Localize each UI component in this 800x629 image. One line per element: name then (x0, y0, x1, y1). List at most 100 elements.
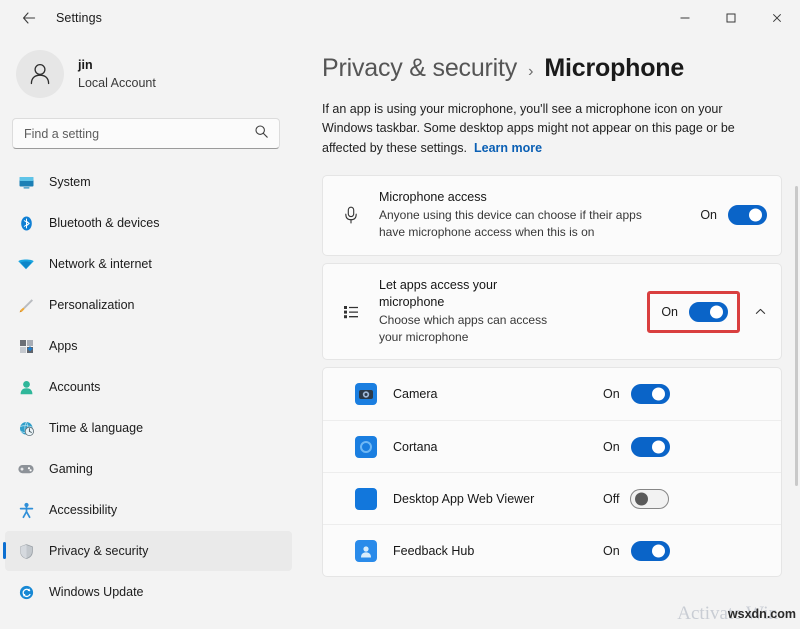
person-avatar-icon (25, 59, 55, 89)
back-button[interactable] (12, 3, 46, 33)
app-toggle[interactable] (631, 384, 670, 404)
person-icon (16, 377, 36, 397)
sidebar: jin Local Account (0, 36, 300, 629)
account-type: Local Account (78, 75, 156, 91)
toggle-knob (635, 492, 648, 505)
toggle-state-label: On (603, 544, 620, 558)
setting-title: Let apps access your microphone (379, 277, 549, 311)
sidebar-item-label: Privacy & security (49, 544, 148, 558)
search-input[interactable] (13, 127, 243, 141)
sidebar-item-time-language[interactable]: Time & language (5, 408, 292, 448)
breadcrumb: Privacy & security › Microphone (300, 36, 800, 83)
clock-globe-icon (16, 418, 36, 438)
learn-more-link[interactable]: Learn more (474, 141, 542, 155)
toggle-state-label: On (603, 440, 620, 454)
sidebar-nav: System Bluetooth & devices (0, 162, 300, 612)
sidebar-item-label: Gaming (49, 462, 93, 476)
list-item[interactable]: Desktop App Web Viewer Off (323, 472, 781, 524)
let-apps-access-card: Let apps access your microphone Choose w… (322, 263, 782, 361)
sidebar-item-label: System (49, 175, 91, 189)
setting-row[interactable]: Microphone access Anyone using this devi… (323, 176, 781, 255)
setting-row[interactable]: Let apps access your microphone Choose w… (323, 264, 781, 360)
gamepad-icon (16, 459, 36, 479)
sidebar-item-label: Apps (49, 339, 78, 353)
sidebar-item-gaming[interactable]: Gaming (5, 449, 292, 489)
let-apps-access-toggle[interactable] (689, 302, 728, 322)
setting-control: On (647, 291, 767, 333)
main-content: Privacy & security › Microphone If an ap… (300, 36, 800, 629)
toggle-state-label: On (603, 387, 620, 401)
toggle-knob (652, 544, 665, 557)
setting-subtitle: Anyone using this device can choose if t… (379, 207, 669, 242)
webviewer-app-icon (355, 488, 377, 510)
close-button[interactable] (754, 1, 800, 35)
setting-subtitle: Choose which apps can access your microp… (379, 312, 554, 347)
breadcrumb-separator-icon: › (528, 63, 533, 81)
app-toggle[interactable] (630, 489, 669, 509)
app-toggle[interactable] (631, 541, 670, 561)
app-name: Camera (393, 386, 603, 402)
app-list-icon (337, 302, 365, 322)
sidebar-item-accessibility[interactable]: Accessibility (5, 490, 292, 530)
maximize-icon (725, 12, 737, 24)
setting-title: Microphone access (379, 189, 700, 206)
close-icon (771, 12, 783, 24)
sidebar-item-system[interactable]: System (5, 162, 292, 202)
chevron-up-icon[interactable] (753, 305, 767, 318)
feedback-app-icon (355, 540, 377, 562)
sidebar-item-windows-update[interactable]: Windows Update (5, 572, 292, 612)
highlight-box: On (647, 291, 740, 333)
toggle-state-label: On (700, 208, 717, 222)
cortana-app-icon (355, 436, 377, 458)
scrollbar[interactable] (795, 186, 798, 486)
list-item[interactable]: Cortana On (323, 420, 781, 472)
sidebar-item-label: Accounts (49, 380, 100, 394)
app-permission-list: Camera On Cortana On (322, 367, 782, 577)
sidebar-item-label: Personalization (49, 298, 134, 312)
account-block[interactable]: jin Local Account (0, 36, 300, 98)
account-name: jin (78, 57, 156, 73)
setting-control: On (700, 205, 767, 225)
paintbrush-icon (16, 295, 36, 315)
bluetooth-icon (16, 213, 36, 233)
sidebar-item-label: Accessibility (49, 503, 117, 517)
minimize-button[interactable] (662, 1, 708, 35)
microphone-access-toggle[interactable] (728, 205, 767, 225)
app-toggle[interactable] (631, 437, 670, 457)
sidebar-item-label: Network & internet (49, 257, 152, 271)
settings-cards: Microphone access Anyone using this devi… (322, 175, 782, 577)
maximize-button[interactable] (708, 1, 754, 35)
search-icon[interactable] (254, 124, 269, 144)
title-bar: Settings (0, 0, 800, 36)
wifi-icon (16, 254, 36, 274)
accessibility-icon (16, 500, 36, 520)
minimize-icon (679, 12, 691, 24)
camera-app-icon (355, 383, 377, 405)
avatar (16, 50, 64, 98)
settings-window: Settings (0, 0, 800, 629)
list-item[interactable]: Camera On (323, 368, 781, 420)
microphone-access-card: Microphone access Anyone using this devi… (322, 175, 782, 256)
breadcrumb-parent[interactable]: Privacy & security (322, 54, 517, 83)
search-container (0, 98, 300, 149)
toggle-state-label: Off (603, 492, 619, 506)
sidebar-item-privacy-security[interactable]: Privacy & security (5, 531, 292, 571)
sidebar-item-accounts[interactable]: Accounts (5, 367, 292, 407)
sidebar-item-label: Bluetooth & devices (49, 216, 160, 230)
toggle-knob (749, 209, 762, 222)
sidebar-item-bluetooth-devices[interactable]: Bluetooth & devices (5, 203, 292, 243)
toggle-knob (652, 388, 665, 401)
toggle-knob (652, 440, 665, 453)
update-refresh-icon (16, 582, 36, 602)
microphone-icon (337, 205, 365, 225)
toggle-state-label: On (661, 305, 678, 319)
app-name: Cortana (393, 439, 603, 455)
window-controls (662, 0, 800, 36)
sidebar-item-apps[interactable]: Apps (5, 326, 292, 366)
list-item[interactable]: Feedback Hub On (323, 524, 781, 576)
shield-icon (16, 541, 36, 561)
page-description: If an app is using your microphone, you'… (300, 83, 800, 158)
search-box[interactable] (12, 118, 280, 149)
sidebar-item-network-internet[interactable]: Network & internet (5, 244, 292, 284)
sidebar-item-personalization[interactable]: Personalization (5, 285, 292, 325)
